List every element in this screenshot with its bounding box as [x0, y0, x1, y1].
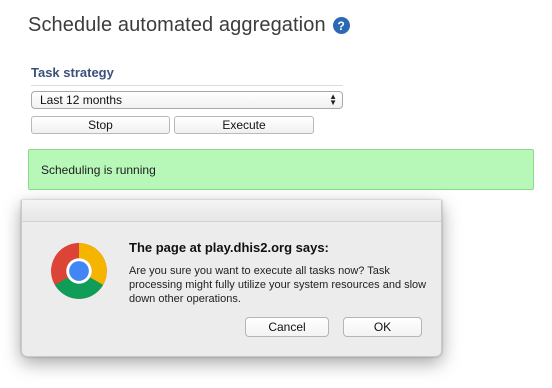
divider [31, 85, 343, 86]
page: Schedule automated aggregation ? Task st… [0, 0, 552, 388]
execute-button[interactable]: Execute [174, 116, 314, 134]
page-title: Schedule automated aggregation [28, 14, 326, 36]
confirm-dialog: The page at play.dhis2.org says: Are you… [21, 200, 442, 357]
dialog-message: Are you sure you want to execute all tas… [129, 265, 427, 305]
help-icon[interactable]: ? [332, 17, 350, 34]
status-text: Scheduling is running [41, 162, 156, 177]
stop-button[interactable]: Stop [31, 116, 170, 134]
task-strategy-label: Task strategy [31, 65, 114, 80]
task-strategy-value: Last 12 months [40, 93, 123, 107]
ok-button[interactable]: OK [343, 317, 422, 337]
task-strategy-select[interactable]: Last 12 months ▲ ▼ [31, 91, 343, 109]
dialog-heading: The page at play.dhis2.org says: [129, 240, 329, 255]
title-row: Schedule automated aggregation ? [28, 14, 350, 37]
dialog-title-bar [22, 200, 441, 222]
cancel-button[interactable]: Cancel [245, 317, 329, 337]
select-arrows-icon: ▲ ▼ [329, 92, 337, 107]
chrome-logo-icon [51, 243, 107, 299]
status-message: Scheduling is running [28, 149, 534, 190]
